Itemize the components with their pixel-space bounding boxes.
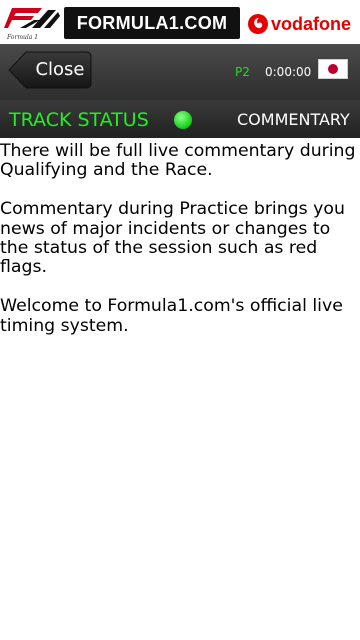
sponsor-logo: vodafone — [248, 12, 351, 36]
status-light-icon — [174, 111, 192, 129]
app-screen: Formula 1 FORMULA1.COM vodafone Close P2… — [0, 0, 360, 640]
top-banner: Formula 1 FORMULA1.COM vodafone — [0, 0, 360, 45]
tab-commentary[interactable]: COMMENTARY — [237, 100, 350, 138]
sponsor-name: vodafone — [271, 14, 352, 34]
status-bar: TRACK STATUS COMMENTARY — [0, 100, 360, 138]
japan-flag-icon — [318, 59, 348, 79]
vodafone-speechmark-icon — [248, 14, 268, 34]
commentary-content: There will be full live commentary durin… — [0, 141, 360, 355]
tab-track-status[interactable]: TRACK STATUS — [9, 100, 149, 138]
commentary-paragraph: Commentary during Practice brings you ne… — [0, 199, 345, 278]
flag-sun — [328, 64, 338, 74]
site-name: FORMULA1.COM — [64, 7, 240, 39]
f1-logo-mark — [4, 8, 60, 28]
session-indicator: P2 — [235, 65, 250, 79]
session-clock: 0:00:00 — [265, 65, 312, 79]
commentary-paragraph: There will be full live commentary durin… — [0, 141, 356, 181]
f1-logo: Formula 1 — [4, 6, 62, 41]
f1-logo-text: Formula 1 — [7, 34, 39, 41]
commentary-paragraph: Welcome to Formula1.com's official live … — [0, 296, 343, 336]
close-button[interactable]: Close — [8, 51, 92, 89]
toolbar: Close P2 0:00:00 — [0, 44, 360, 100]
close-button-label: Close — [35, 59, 85, 80]
